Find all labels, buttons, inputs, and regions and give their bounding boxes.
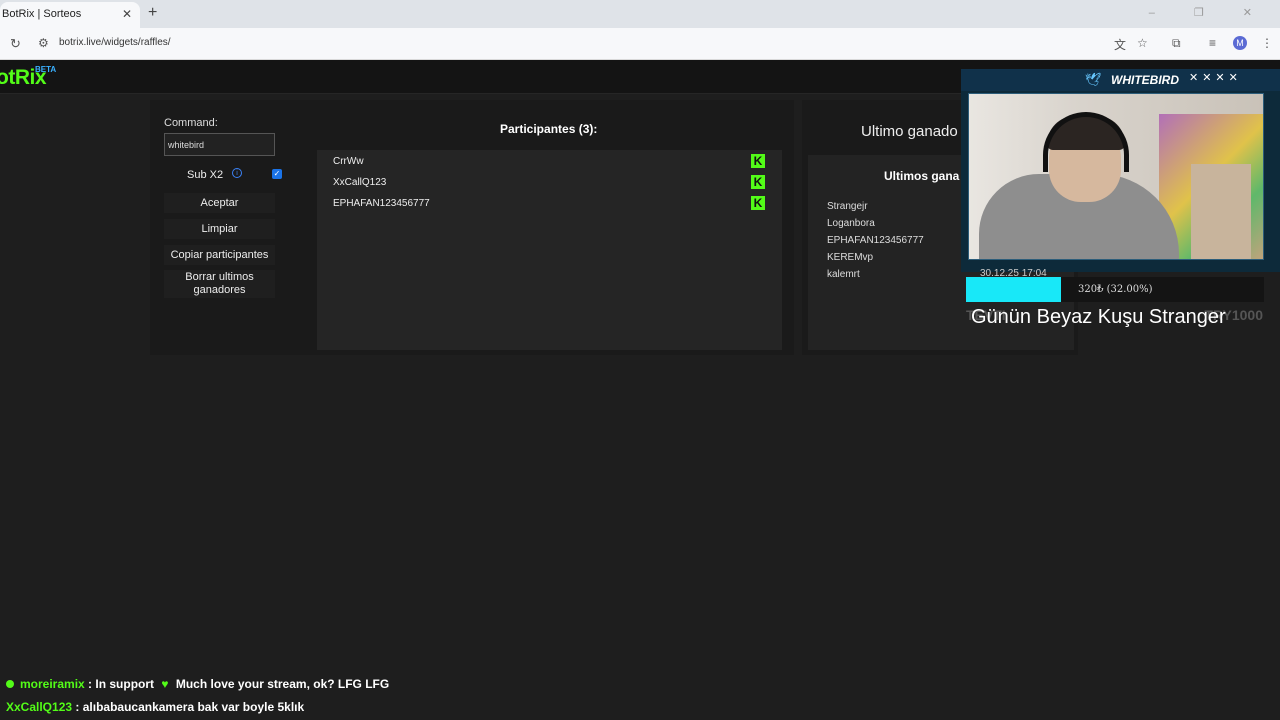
- window-controls[interactable]: ‒ ❐ ✕: [1149, 6, 1270, 19]
- media-icon[interactable]: ≡: [1209, 36, 1216, 50]
- goal-title: Günün Beyaz Kuşu Stranger: [971, 306, 1226, 328]
- command-label: Command:: [164, 117, 218, 129]
- site-info-icon[interactable]: ⚙: [38, 36, 49, 50]
- winner-name: KEREMvp: [827, 252, 874, 263]
- delete-winners-button[interactable]: Borrar ultimos ganadores: [164, 270, 275, 298]
- accept-button[interactable]: Aceptar: [164, 193, 275, 213]
- kick-icon: K: [751, 154, 765, 168]
- new-tab-icon[interactable]: +: [148, 4, 157, 22]
- browser-tab[interactable]: BotRix | Sorteos ✕: [0, 2, 140, 28]
- webcam-overlay: 🕊 WHITEBIRD ✕✕✕✕: [961, 69, 1280, 272]
- url-field[interactable]: botrix.live/widgets/raffles/: [59, 37, 171, 48]
- box: [1191, 164, 1251, 259]
- bird-icon: 🕊: [1085, 72, 1102, 87]
- command-input[interactable]: [164, 133, 275, 156]
- winners-list-title: Ultimos gana: [884, 169, 960, 183]
- profile-avatar[interactable]: M: [1233, 36, 1247, 50]
- goal-progress-bar: 320₺ (32.00%): [966, 277, 1264, 302]
- translate-icon[interactable]: 文: [1114, 36, 1126, 53]
- streamer-name: WHITEBIRD: [1111, 73, 1179, 87]
- beta-badge: BETA: [35, 65, 57, 74]
- chat-message: moreiramix : In support ♥ Much love your…: [6, 677, 389, 691]
- overlay-decoration: ✕✕✕✕: [1189, 72, 1242, 84]
- kick-icon: K: [751, 175, 765, 189]
- badge-icon: [6, 680, 14, 688]
- raffle-panel: Command: Sub X2 i ✓ Aceptar Limpiar Copi…: [150, 100, 794, 355]
- menu-kebab-icon[interactable]: ⋮: [1261, 36, 1273, 50]
- participant-name: CrrWw: [333, 156, 364, 167]
- bookmark-star-icon[interactable]: ☆: [1137, 36, 1148, 50]
- chat-text: Much love your stream, ok? LFG LFG: [175, 677, 390, 691]
- tab-title: BotRix | Sorteos: [2, 8, 82, 20]
- info-icon[interactable]: i: [232, 168, 242, 178]
- overlay-header: 🕊 WHITEBIRD ✕✕✕✕: [961, 69, 1280, 91]
- participant-name: EPHAFAN123456777: [333, 198, 430, 209]
- goal-progress-fill: [966, 277, 1062, 302]
- chat-username: moreiramix: [20, 677, 85, 691]
- sub-x2-checkbox[interactable]: ✓: [272, 169, 282, 179]
- browser-tabstrip: BotRix | Sorteos ✕ + ‒ ❐ ✕: [0, 0, 1280, 28]
- last-winner-title: Ultimo ganado: [861, 123, 958, 140]
- participants-list: CrrWw K XxCallQ123 K EPHAFAN123456777 K: [317, 150, 782, 350]
- sub-x2-label: Sub X2: [187, 169, 224, 181]
- address-bar: ↻ ⚙ botrix.live/widgets/raffles/ 文 ☆ ⧉ ≡…: [0, 28, 1280, 60]
- winner-name: Loganbora: [827, 218, 875, 229]
- winner-name: EPHAFAN123456777: [827, 235, 924, 246]
- participant-name: XxCallQ123: [333, 177, 387, 188]
- chat-text: : In support: [88, 677, 155, 691]
- tab-close-icon[interactable]: ✕: [122, 2, 132, 26]
- winner-name: Strangejr: [827, 201, 868, 212]
- heart-icon: ♥: [161, 677, 169, 691]
- webcam-feed: [968, 93, 1264, 260]
- goal-amount: 320₺ (32.00%): [1078, 284, 1153, 295]
- extensions-icon[interactable]: ⧉: [1172, 36, 1181, 51]
- copy-participants-button[interactable]: Copiar participantes: [164, 245, 275, 265]
- winner-name: kalemrt: [827, 269, 860, 280]
- participants-title: Participantes (3):: [500, 122, 598, 136]
- chat-text: : alıbabaucankamera bak var boyle 5klık: [75, 700, 305, 714]
- chat-username: XxCallQ123: [6, 700, 73, 714]
- screen: BotRix | Sorteos ✕ + ‒ ❐ ✕ ↻ ⚙ botrix.li…: [0, 0, 1280, 720]
- reload-icon[interactable]: ↻: [10, 36, 21, 52]
- clear-button[interactable]: Limpiar: [164, 219, 275, 239]
- chat-message: XxCallQ123 : alıbabaucankamera bak var b…: [6, 700, 304, 714]
- kick-icon: K: [751, 196, 765, 210]
